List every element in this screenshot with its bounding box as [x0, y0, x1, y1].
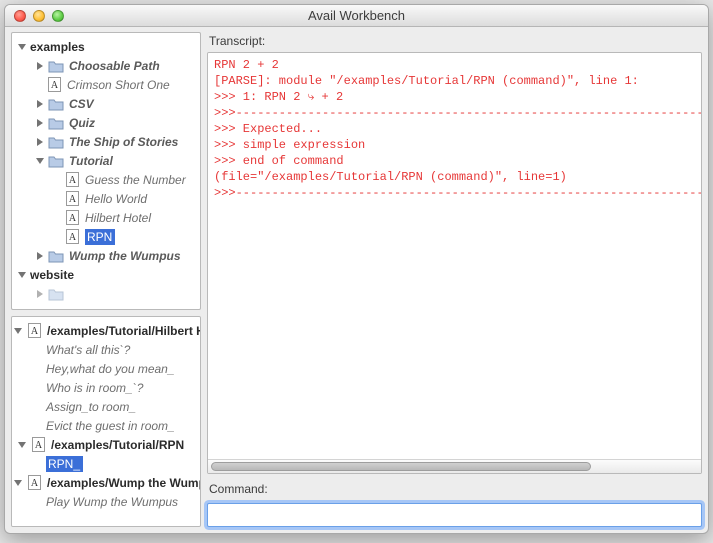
a-file-icon: A — [30, 437, 46, 453]
transcript-line: >>> end of command — [214, 153, 695, 169]
chevron-right-icon[interactable] — [34, 250, 46, 262]
tree-item[interactable]: CSV — [12, 94, 200, 113]
chevron-down-icon[interactable] — [16, 41, 28, 53]
left-column: examples Choosable Path A Crimson Short … — [11, 32, 201, 527]
transcript-line: >>> Expected... — [214, 121, 695, 137]
entry-item[interactable]: Evict the guest in room_ — [12, 416, 200, 435]
entry-item[interactable]: Who is in room_`? — [12, 378, 200, 397]
tree-item[interactable]: A Hilbert Hotel — [12, 208, 200, 227]
svg-text:A: A — [68, 175, 76, 186]
tree-item[interactable]: A Hello World — [12, 189, 200, 208]
module-tree: examples Choosable Path A Crimson Short … — [12, 33, 200, 307]
transcript-line: >>>-------------------------------------… — [214, 185, 695, 201]
traffic-lights — [5, 10, 64, 22]
chevron-down-icon[interactable] — [34, 155, 46, 167]
entry-item[interactable]: Assign_to room_ — [12, 397, 200, 416]
folder-icon — [48, 153, 64, 169]
chevron-right-icon[interactable] — [34, 60, 46, 72]
entry-header[interactable]: A /examples/Wump the Wumpus — [12, 473, 200, 492]
tree-item-tutorial[interactable]: Tutorial — [12, 151, 200, 170]
chevron-down-icon[interactable] — [16, 269, 28, 281]
svg-text:A: A — [68, 213, 76, 224]
scrollbar-thumb[interactable] — [211, 462, 591, 471]
tree-item[interactable]: A Crimson Short One — [12, 75, 200, 94]
tree-item[interactable]: Quiz — [12, 113, 200, 132]
tree-item[interactable] — [12, 284, 200, 303]
folder-icon — [48, 248, 64, 264]
transcript-pane[interactable]: RPN 2 + 2 [PARSE]: module "/examples/Tut… — [207, 52, 702, 474]
tree-root-examples[interactable]: examples — [12, 37, 200, 56]
horizontal-scrollbar[interactable] — [208, 459, 701, 473]
folder-icon — [48, 115, 64, 131]
app-window: Avail Workbench examples — [4, 4, 709, 534]
entry-points-list: A /examples/Tutorial/Hilbert Hotel What'… — [12, 317, 200, 515]
svg-text:A: A — [68, 232, 76, 243]
tree-root-website[interactable]: website — [12, 265, 200, 284]
transcript-label: Transcript: — [207, 32, 702, 52]
chevron-right-icon[interactable] — [34, 98, 46, 110]
titlebar: Avail Workbench — [5, 5, 708, 27]
svg-text:A: A — [30, 478, 38, 489]
folder-icon — [48, 286, 64, 302]
chevron-right-icon[interactable] — [34, 288, 46, 300]
entry-points-pane[interactable]: A /examples/Tutorial/Hilbert Hotel What'… — [11, 316, 201, 527]
entry-item[interactable]: Play Wump the Wumpus — [12, 492, 200, 511]
folder-icon — [48, 96, 64, 112]
folder-icon — [48, 58, 64, 74]
transcript-line: [PARSE]: module "/examples/Tutorial/RPN … — [214, 73, 695, 89]
minimize-icon[interactable] — [33, 10, 45, 22]
transcript-line: >>> 1: RPN 2 ⤷ + 2 — [214, 89, 695, 105]
tree-item[interactable]: Wump the Wumpus — [12, 246, 200, 265]
a-file-icon: A — [64, 210, 80, 226]
module-tree-pane[interactable]: examples Choosable Path A Crimson Short … — [11, 32, 201, 310]
entry-item-rpn[interactable]: RPN_ — [12, 454, 200, 473]
transcript-line: >>> simple expression — [214, 137, 695, 153]
a-file-icon: A — [46, 77, 62, 93]
svg-text:A: A — [34, 440, 42, 451]
transcript-line: >>>-------------------------------------… — [214, 105, 695, 121]
entry-item[interactable]: Hey,what do you mean_ — [12, 359, 200, 378]
a-file-icon: A — [64, 191, 80, 207]
tree-item[interactable]: A Guess the Number — [12, 170, 200, 189]
chevron-down-icon[interactable] — [12, 477, 24, 489]
svg-text:A: A — [68, 194, 76, 205]
a-file-icon: A — [26, 475, 42, 491]
right-column: Transcript: RPN 2 + 2 [PARSE]: module "/… — [207, 32, 702, 527]
svg-text:A: A — [30, 326, 38, 337]
transcript-line: (file="/examples/Tutorial/RPN (command)"… — [214, 169, 695, 185]
zoom-icon[interactable] — [52, 10, 64, 22]
chevron-right-icon[interactable] — [34, 136, 46, 148]
close-icon[interactable] — [14, 10, 26, 22]
transcript-line: RPN 2 + 2 — [214, 57, 695, 73]
folder-icon — [48, 134, 64, 150]
a-file-icon: A — [64, 229, 80, 245]
tree-item-rpn[interactable]: A RPN — [12, 227, 200, 246]
chevron-down-icon[interactable] — [12, 325, 24, 337]
entry-header[interactable]: A /examples/Tutorial/RPN — [12, 435, 200, 454]
window-title: Avail Workbench — [5, 8, 708, 23]
content-area: examples Choosable Path A Crimson Short … — [5, 27, 708, 533]
a-file-icon: A — [64, 172, 80, 188]
tree-item[interactable]: Choosable Path — [12, 56, 200, 75]
transcript-body: RPN 2 + 2 [PARSE]: module "/examples/Tut… — [208, 53, 701, 474]
chevron-right-icon[interactable] — [34, 117, 46, 129]
chevron-down-icon[interactable] — [16, 439, 28, 451]
a-file-icon: A — [26, 323, 42, 339]
command-label: Command: — [207, 480, 702, 500]
entry-item[interactable]: What's all this`? — [12, 340, 200, 359]
svg-text:A: A — [50, 80, 58, 91]
command-input[interactable] — [207, 503, 702, 527]
entry-header[interactable]: A /examples/Tutorial/Hilbert Hotel — [12, 321, 200, 340]
tree-item[interactable]: The Ship of Stories — [12, 132, 200, 151]
